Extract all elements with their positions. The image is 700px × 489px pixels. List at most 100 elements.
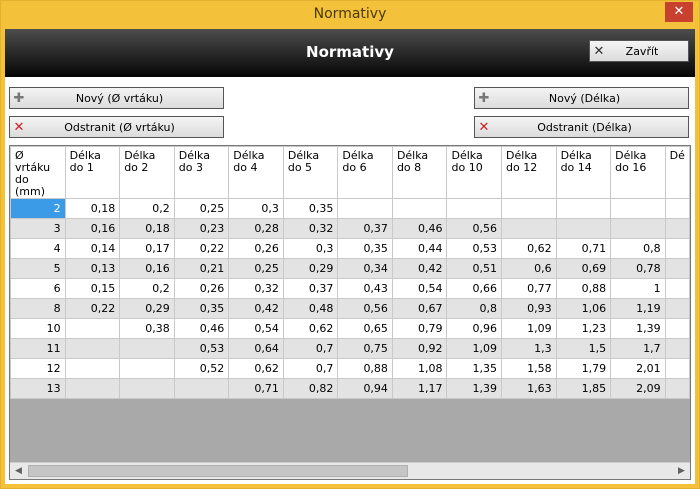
delete-diameter-button[interactable]: ✕ Odstranit (Ø vrtáku) — [9, 116, 224, 138]
table-cell[interactable]: 1,3 — [501, 338, 557, 359]
table-cell[interactable]: 1,35 — [446, 358, 503, 379]
table-cell[interactable] — [173, 378, 230, 399]
new-length-button[interactable]: ✚ Nový (Délka) — [474, 87, 689, 109]
table-cell[interactable]: 0,32 — [282, 218, 339, 239]
table-cell[interactable]: 0,13 — [64, 258, 121, 279]
close-button[interactable]: ✕ Zavřít — [589, 40, 689, 62]
column-header[interactable]: Délka do 12 — [501, 146, 557, 199]
table-row[interactable]: 4 0,14 0,17 0,22 0,26 0,3 0,35 0,44 0,53 0,62 0,71… — [10, 238, 690, 259]
table-cell[interactable] — [391, 198, 448, 219]
table-cell[interactable]: 0,66 — [446, 278, 503, 299]
table-cell[interactable]: 0,3 — [282, 238, 339, 259]
table-cell[interactable]: 0,62 — [282, 318, 339, 339]
table-cell[interactable]: 0,93 — [501, 298, 557, 319]
table-row[interactable]: 12 0,52 0,62 0,7 0,88 1,08 1,35 1,58 1,79 2,01 — [10, 358, 690, 379]
table-cell[interactable]: 0,75 — [337, 338, 393, 359]
table-cell[interactable]: 0,79 — [391, 318, 448, 339]
table-cell[interactable] — [446, 198, 503, 219]
table-cell[interactable]: 0,53 — [173, 338, 230, 359]
table-cell[interactable]: 1,06 — [555, 298, 612, 319]
table-cell[interactable]: 0,15 — [64, 278, 121, 299]
table-cell[interactable]: 1,85 — [555, 378, 612, 399]
table-cell[interactable] — [555, 218, 612, 239]
scrollbar-thumb[interactable] — [28, 465, 408, 477]
column-header[interactable]: Délka do 4 — [228, 146, 284, 199]
new-diameter-button[interactable]: ✚ Nový (Ø vrtáku) — [9, 87, 224, 109]
table-cell[interactable]: 0,26 — [228, 238, 284, 259]
table-cell[interactable] — [610, 198, 666, 219]
table-cell[interactable]: 0,69 — [555, 258, 612, 279]
column-header[interactable]: Délka do 16 — [610, 146, 666, 199]
table-cell[interactable]: 0,3 — [228, 198, 284, 219]
table-cell[interactable]: 0,92 — [391, 338, 448, 359]
table-cell[interactable]: 0,71 — [555, 238, 612, 259]
diameter-cell[interactable]: 8 — [10, 298, 66, 319]
table-row[interactable]: 8 0,22 0,29 0,35 0,42 0,48 0,56 0,67 0,8 0,93 1,06… — [10, 298, 690, 319]
table-cell[interactable]: 1,58 — [501, 358, 557, 379]
table-cell[interactable] — [555, 198, 612, 219]
table-cell[interactable]: 0,2 — [119, 278, 175, 299]
table-cell[interactable] — [664, 358, 690, 379]
table-cell[interactable]: 0,62 — [228, 358, 284, 379]
table-cell[interactable]: 0,78 — [610, 258, 666, 279]
diameter-cell[interactable]: 6 — [10, 278, 66, 299]
table-cell[interactable]: 0,2 — [119, 198, 175, 219]
table-cell[interactable]: 0,64 — [228, 338, 284, 359]
table-cell[interactable]: 0,62 — [501, 238, 557, 259]
table-cell[interactable]: 0,48 — [282, 298, 339, 319]
table-cell[interactable]: 0,37 — [337, 218, 393, 239]
table-cell[interactable]: 0,94 — [337, 378, 393, 399]
table-cell[interactable] — [64, 318, 121, 339]
table-cell[interactable]: 1,23 — [555, 318, 612, 339]
table-cell[interactable] — [664, 338, 690, 359]
table-cell[interactable]: 0,96 — [446, 318, 503, 339]
table-cell[interactable]: 0,32 — [228, 278, 284, 299]
table-cell[interactable]: 1 — [610, 278, 666, 299]
table-cell[interactable] — [610, 218, 666, 239]
table-cell[interactable]: 1,7 — [610, 338, 666, 359]
table-cell[interactable] — [664, 238, 690, 259]
delete-length-button[interactable]: ✕ Odstranit (Délka) — [474, 116, 689, 138]
table-cell[interactable]: 0,34 — [337, 258, 393, 279]
table-cell[interactable] — [664, 258, 690, 279]
table-cell[interactable]: 0,54 — [228, 318, 284, 339]
table-cell[interactable] — [64, 358, 121, 379]
table-cell[interactable]: 0,65 — [337, 318, 393, 339]
table-cell[interactable]: 0,7 — [282, 358, 339, 379]
table-cell[interactable]: 0,71 — [228, 378, 284, 399]
table-cell[interactable]: 0,43 — [337, 278, 393, 299]
diameter-cell[interactable]: 5 — [10, 258, 66, 279]
column-header[interactable]: Délka do 14 — [555, 146, 612, 199]
table-cell[interactable]: 0,6 — [501, 258, 557, 279]
table-cell[interactable]: 2,01 — [610, 358, 666, 379]
table-cell[interactable]: 0,29 — [119, 298, 175, 319]
table-cell[interactable]: 1,09 — [501, 318, 557, 339]
table-cell[interactable] — [64, 338, 121, 359]
table-cell[interactable]: 0,46 — [173, 318, 230, 339]
table-cell[interactable] — [664, 278, 690, 299]
table-cell[interactable]: 0,25 — [173, 198, 230, 219]
table-cell[interactable]: 1,39 — [610, 318, 666, 339]
table-cell[interactable]: 0,82 — [282, 378, 339, 399]
table-cell[interactable]: 0,56 — [446, 218, 503, 239]
table-cell[interactable] — [664, 318, 690, 339]
table-row[interactable]: 6 0,15 0,2 0,26 0,32 0,37 0,43 0,54 0,66 0,77 0,88… — [10, 278, 690, 299]
table-cell[interactable]: 1,19 — [610, 298, 666, 319]
table-cell[interactable]: 0,8 — [446, 298, 503, 319]
column-header[interactable]: Dé — [664, 146, 690, 199]
table-cell[interactable]: 0,46 — [391, 218, 448, 239]
table-cell[interactable]: 0,53 — [446, 238, 503, 259]
table-cell[interactable]: 0,18 — [64, 198, 121, 219]
table-row[interactable]: 2 0,18 0,2 0,25 0,3 0,35 — [10, 198, 690, 219]
column-header[interactable]: Délka do 5 — [282, 146, 339, 199]
table-cell[interactable]: 0,51 — [446, 258, 503, 279]
table-cell[interactable]: 1,09 — [446, 338, 503, 359]
table-cell[interactable]: 0,18 — [119, 218, 175, 239]
table-cell[interactable]: 0,16 — [119, 258, 175, 279]
table-cell[interactable]: 1,63 — [501, 378, 557, 399]
horizontal-scrollbar[interactable]: ◀ ▶ — [10, 462, 690, 479]
diameter-cell[interactable]: 11 — [10, 338, 66, 359]
table-cell[interactable]: 1,17 — [391, 378, 448, 399]
table-cell[interactable] — [664, 378, 690, 399]
table-cell[interactable]: 0,35 — [282, 198, 339, 219]
